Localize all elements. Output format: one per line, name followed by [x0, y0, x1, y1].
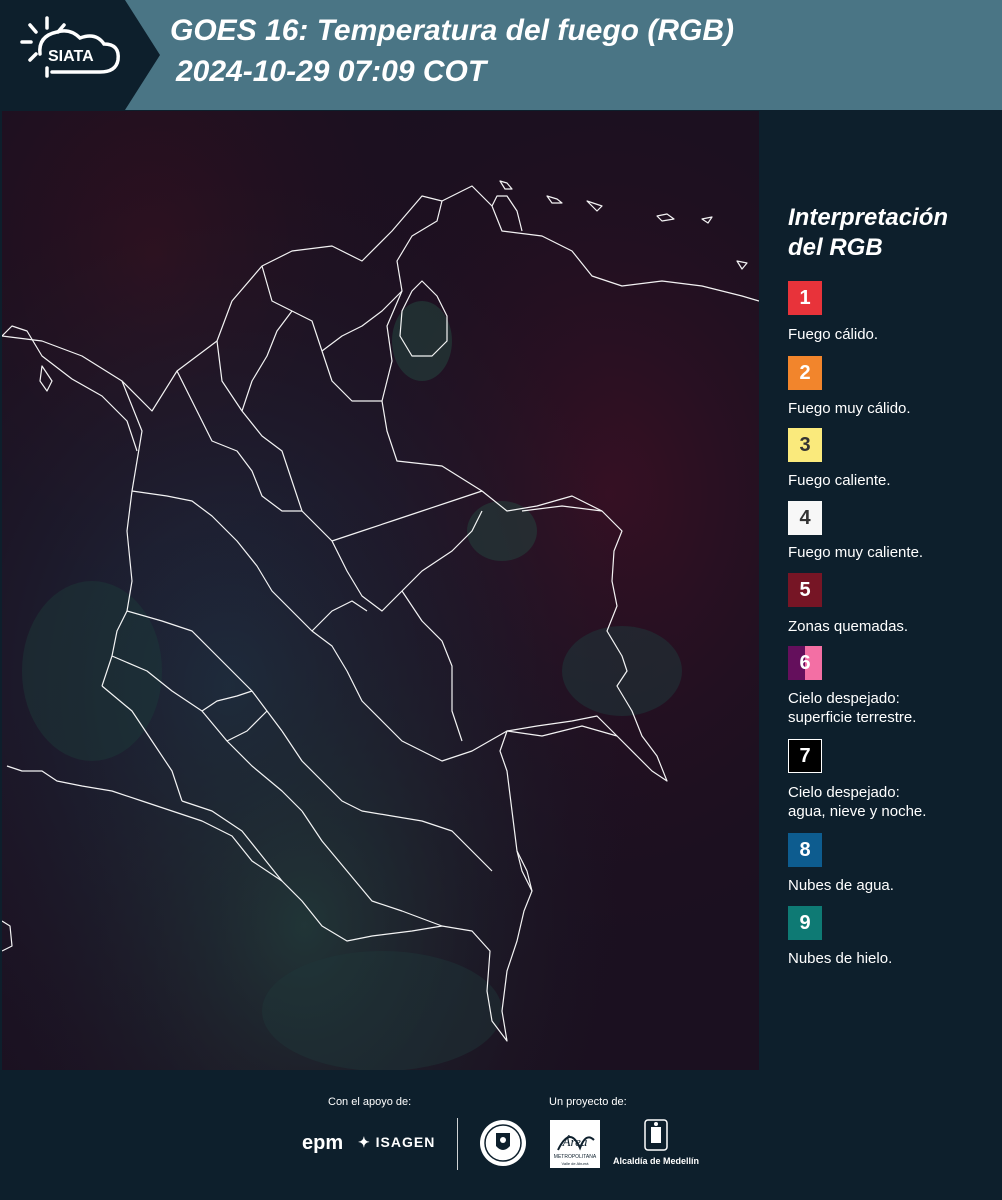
legend-swatch-9: 9 — [788, 906, 822, 940]
legend-swatch-2: 2 — [788, 356, 822, 390]
legend-swatch-number: 2 — [799, 361, 811, 384]
alcaldia-shield-icon — [644, 1119, 668, 1151]
legend-swatch-1: 1 — [788, 281, 822, 315]
seal-icon — [480, 1120, 526, 1166]
legend-swatch-5: 5 — [788, 573, 822, 607]
area-logo-text: Área — [562, 1134, 588, 1149]
legend-label-7-line1: Cielo despejado: — [788, 784, 900, 801]
legend-label-6-line1: Cielo despejado: — [788, 690, 900, 707]
legend-title-line1: Interpretación — [788, 204, 949, 231]
legend-label-7-line2: agua, nieve y noche. — [788, 803, 927, 820]
alcaldia-medellin-logo[interactable]: Alcaldía de Medellín — [611, 1118, 701, 1170]
legend-label-8: Nubes de agua. — [788, 877, 894, 894]
legend-swatch-number: 6 — [799, 651, 811, 674]
legend-swatch-number: 3 — [799, 433, 811, 456]
legend-title: Interpretación del RGB — [788, 203, 988, 263]
legend-swatch-number: 9 — [799, 911, 811, 934]
legend-swatch-number: 1 — [799, 286, 811, 309]
legend-swatch-6: 6 — [788, 646, 822, 680]
isagen-logo-text: ISAGEN — [375, 1134, 436, 1150]
epm-logo[interactable]: epm — [302, 1132, 343, 1155]
area-logo-subtext: METROPOLITANA — [554, 1154, 597, 1160]
page-title: GOES 16: Temperatura del fuego (RGB) — [170, 14, 734, 47]
legend-label-3: Fuego caliente. — [788, 472, 891, 489]
legend-swatch-3: 3 — [788, 428, 822, 462]
legend-label-9: Nubes de hielo. — [788, 950, 893, 967]
legend-swatch-number: 4 — [799, 506, 811, 529]
project-caption: Un proyecto de: — [549, 1096, 627, 1108]
legend-swatch-number: 7 — [799, 744, 811, 767]
area-logo-subtext2: Valle de Aburrá — [561, 1161, 589, 1166]
legend-label-5: Zonas quemadas. — [788, 618, 909, 635]
legend-swatch-4: 4 — [788, 501, 822, 535]
legend-swatch-number: 8 — [799, 838, 811, 861]
isagen-logo[interactable]: ✦ ISAGEN — [358, 1134, 435, 1151]
legend-label-7: Cielo despejado: agua, nieve y noche. — [788, 783, 998, 821]
header-bar: SIATA GOES 16: Temperatura del fuego (RG… — [0, 0, 1002, 110]
page-timestamp: 2024-10-29 07:09 COT — [176, 55, 487, 88]
satellite-image — [2, 111, 759, 1070]
alcaldia-text: Alcaldía de Medellín — [612, 1156, 700, 1166]
legend-label-6: Cielo despejado: superficie terrestre. — [788, 689, 998, 727]
university-seal-logo[interactable] — [478, 1118, 528, 1173]
isagen-star-icon: ✦ — [358, 1134, 376, 1150]
satellite-map[interactable] — [2, 111, 759, 1070]
area-metropolitana-logo[interactable]: Área METROPOLITANA Valle de Aburrá — [550, 1120, 600, 1168]
legend-label-1: Fuego cálido. — [788, 326, 879, 343]
legend-title-line2: del RGB — [788, 234, 883, 261]
footer: Con el apoyo de: Un proyecto de: epm ✦ I… — [0, 1070, 1002, 1200]
legend-panel: Interpretación del RGB 1 Fuego cálido. 2… — [760, 111, 1002, 1070]
footer-divider — [457, 1118, 458, 1170]
area-logo-icon: Área METROPOLITANA Valle de Aburrá — [554, 1134, 597, 1166]
siata-logo[interactable]: SIATA — [0, 0, 160, 110]
legend-label-6-line2: superficie terrestre. — [788, 709, 917, 726]
legend-swatch-7: 7 — [788, 739, 822, 773]
support-caption: Con el apoyo de: — [328, 1096, 412, 1108]
legend-swatch-8: 8 — [788, 833, 822, 867]
legend-swatch-number: 5 — [799, 578, 811, 601]
legend-label-2: Fuego muy cálido. — [788, 400, 911, 417]
legend-label-4: Fuego muy caliente. — [788, 544, 924, 561]
siata-logo-icon: SIATA — [0, 0, 160, 110]
siata-logo-text: SIATA — [48, 48, 94, 65]
